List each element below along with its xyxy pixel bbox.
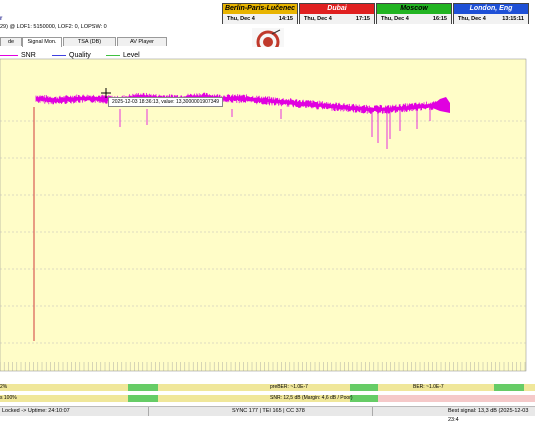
- app-title: r: [0, 16, 3, 22]
- snr-bar-row: s 100% SNR: 12,5 dB (Margin: 4,6 dB / Po…: [0, 395, 535, 402]
- signal-percent: s 100%: [0, 395, 17, 401]
- header-info: r 29) @ LOF1: 5150000, LOF2: 0, LOPSW: 0: [0, 0, 222, 36]
- tab-av-player[interactable]: AV Player: [117, 37, 167, 46]
- clock-date: Thu, Dec 4: [381, 16, 409, 22]
- legend-label: Quality: [69, 52, 91, 59]
- snr-margin: SNR: 12,5 dB (Margin: 4,6 dB / Poor): [270, 395, 353, 401]
- ber-value: BER: ~1.0E-7: [413, 384, 444, 390]
- lnb-info: 29) @ LOF1: 5150000, LOF2: 0, LOPSW: 0: [0, 24, 107, 30]
- tab-label: AV Player: [129, 39, 155, 45]
- clock-0: Berlin-Paris-Lučenec Thu, Dec 4 14:15: [222, 3, 298, 24]
- clock-city: Berlin-Paris-Lučenec: [223, 4, 297, 14]
- tab-de[interactable]: de: [0, 37, 22, 46]
- clock-time-row: Thu, Dec 4 14:15: [223, 14, 297, 24]
- tab-bar: de Signal Mon. TSA (DB) AV Player: [0, 37, 222, 47]
- preber-value: preBER: ~1.0E-7: [270, 384, 308, 390]
- chart-svg: [0, 47, 535, 372]
- tab-signal-mon[interactable]: Signal Mon.: [22, 37, 62, 47]
- clock-date: Thu, Dec 4: [458, 16, 486, 22]
- legend-label: SNR: [21, 52, 36, 59]
- clock-3: London, Eng Thu, Dec 4 13:15:11: [453, 3, 529, 24]
- clock-time-row: Thu, Dec 4 17:15: [300, 14, 374, 24]
- clock-time: 13:15:11: [502, 16, 524, 22]
- clock-time: 16:15: [432, 16, 447, 22]
- chart-tooltip: 2025-12-03 18:36:13, value: 13,300000190…: [108, 97, 224, 107]
- clock-date: Thu, Dec 4: [304, 16, 332, 22]
- legend-level: Level: [106, 52, 140, 59]
- clock-time: 14:15: [278, 16, 293, 22]
- legend-label: Level: [123, 52, 140, 59]
- left-bar-value: 2%: [0, 384, 8, 390]
- tab-label: Signal Mon.: [27, 39, 57, 45]
- clock-1: Dubai Thu, Dec 4 17:15: [299, 3, 375, 24]
- tab-label: de: [7, 39, 15, 45]
- clock-time: 17:15: [355, 16, 370, 22]
- clock-time-row: Thu, Dec 4 16:15: [377, 14, 451, 24]
- signal-chart: SNR Quality Level: [0, 47, 535, 372]
- ber-bar-row: 2% preBER: ~1.0E-7 BER: ~1.0E-7: [0, 384, 535, 391]
- legend-quality: Quality: [52, 52, 91, 59]
- clock-city: Dubai: [300, 4, 374, 14]
- tab-tsa-db[interactable]: TSA (DB): [63, 37, 116, 46]
- tab-label: TSA (DB): [77, 39, 102, 45]
- clock-date: Thu, Dec 4: [227, 16, 255, 22]
- best-signal: Best signal: 13,3 dB (2025-12-03 23:4: [448, 408, 529, 423]
- clock-city: London, Eng: [454, 4, 528, 14]
- clock-time-row: Thu, Dec 4 13:15:11: [454, 14, 528, 24]
- clock-2: Moscow Thu, Dec 4 16:15: [376, 3, 452, 24]
- clock-city: Moscow: [377, 4, 451, 14]
- legend-snr: SNR: [0, 52, 36, 59]
